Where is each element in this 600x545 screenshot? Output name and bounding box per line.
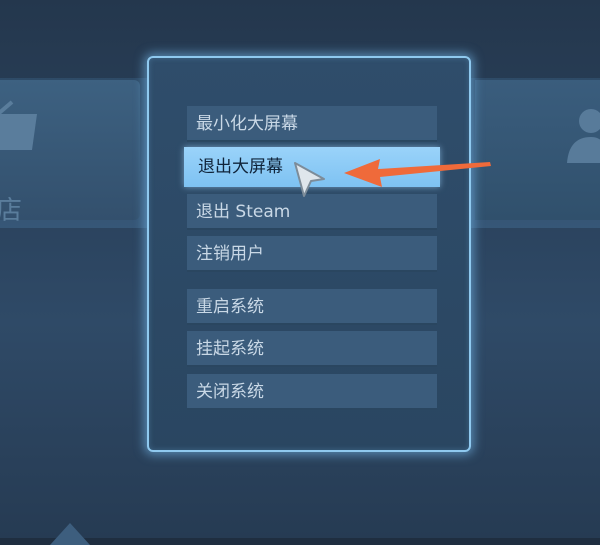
power-menu-dialog: 最小化大屏幕 退出大屏幕 退出 Steam 注销用户 重启系统 挂起系统 关闭系… (147, 56, 471, 452)
menu-item-logout[interactable]: 注销用户 (187, 236, 437, 272)
menu-item-shutdown[interactable]: 关闭系统 (187, 374, 437, 410)
home-icon (50, 523, 90, 545)
arrow-icon (344, 159, 491, 187)
person-icon (567, 109, 600, 163)
menu-item-restart[interactable]: 重启系统 (187, 289, 437, 325)
mouse-pointer-icon (294, 162, 325, 197)
store-basket-icon (0, 100, 37, 150)
menu-item-minimize-big-picture[interactable]: 最小化大屏幕 (187, 106, 437, 142)
menu-item-suspend[interactable]: 挂起系统 (187, 331, 437, 367)
store-label: 店 (0, 196, 23, 226)
